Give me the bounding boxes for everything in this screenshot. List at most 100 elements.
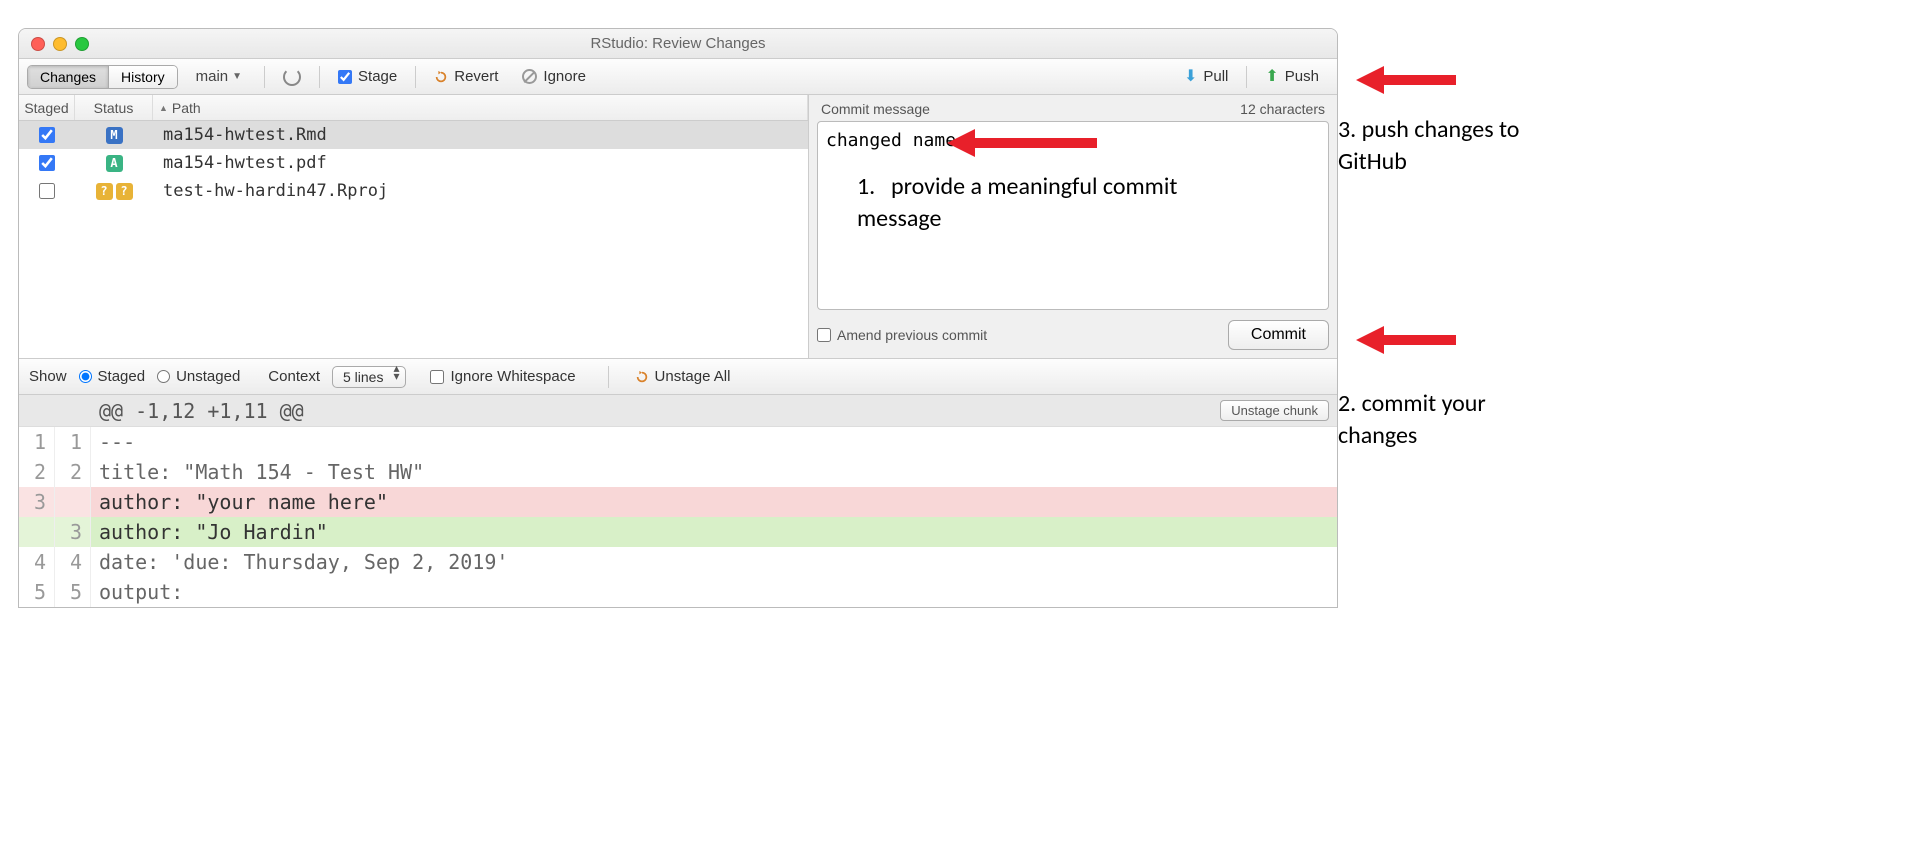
status-badge: ?: [116, 183, 133, 200]
unstage-all-button[interactable]: Unstage All: [625, 365, 741, 388]
new-line-number: 5: [55, 577, 91, 607]
push-button[interactable]: ⬆ Push: [1255, 65, 1329, 88]
unstage-all-icon: [635, 370, 649, 384]
file-path: ma154-hwtest.Rmd: [153, 125, 808, 145]
context-lines-select[interactable]: 5 lines: [332, 366, 406, 388]
diff-line-text: author: "Jo Hardin": [91, 517, 1337, 547]
unstage-chunk-button[interactable]: Unstage chunk: [1220, 400, 1329, 421]
col-header-path-label: Path: [172, 100, 201, 116]
diff-toolbar: Show Staged Unstaged Context 5 lines Ign…: [19, 359, 1337, 395]
status-badge: M: [106, 127, 123, 144]
new-line-number: 1: [55, 427, 91, 457]
diff-line[interactable]: 22title: "Math 154 - Test HW": [19, 457, 1337, 487]
tutorial-annotations: 3. push changes to GitHub 2. commit your…: [1338, 0, 1918, 608]
window-title: RStudio: Review Changes: [19, 35, 1337, 52]
annotation-arrow-3: [1356, 62, 1456, 98]
file-panel: Staged Status ▲ Path Mma154-hwtest.RmdAm…: [19, 95, 809, 358]
staged-checkbox[interactable]: [39, 127, 55, 143]
ignore-whitespace-label: Ignore Whitespace: [450, 368, 575, 385]
top-split: Staged Status ▲ Path Mma154-hwtest.RmdAm…: [19, 95, 1337, 359]
divider: [319, 66, 320, 88]
status-badge: A: [106, 155, 123, 172]
diff-line[interactable]: 3author: "Jo Hardin": [19, 517, 1337, 547]
ignore-icon: [522, 69, 537, 84]
commit-char-count: 12 characters: [1240, 101, 1325, 117]
col-header-staged[interactable]: Staged: [19, 95, 75, 120]
annotation-text-2: 2. commit your changes: [1338, 388, 1538, 453]
review-changes-window: RStudio: Review Changes Changes History …: [18, 28, 1338, 608]
diff-view: @@ -1,12 +1,11 @@ Unstage chunk 11---22t…: [19, 395, 1337, 607]
tab-changes[interactable]: Changes: [28, 66, 108, 88]
unstage-all-label: Unstage All: [655, 368, 731, 385]
revert-button[interactable]: Revert: [424, 65, 508, 88]
ignore-whitespace-checkbox[interactable]: [430, 370, 444, 384]
divider: [415, 66, 416, 88]
old-line-number: [19, 517, 55, 547]
refresh-button[interactable]: [273, 65, 311, 89]
pull-button[interactable]: ⬇ Pull: [1174, 65, 1238, 88]
divider: [264, 66, 265, 88]
diff-line-text: date: 'due: Thursday, Sep 2, 2019': [91, 547, 1337, 577]
radio-staged-input[interactable]: [79, 370, 92, 383]
diff-hunk-header: @@ -1,12 +1,11 @@ Unstage chunk: [19, 395, 1337, 427]
new-line-number: 4: [55, 547, 91, 577]
pull-label: Pull: [1203, 68, 1228, 85]
diff-line-text: title: "Math 154 - Test HW": [91, 457, 1337, 487]
ignore-button[interactable]: Ignore: [512, 65, 596, 88]
ignore-label: Ignore: [543, 68, 586, 85]
old-line-number: 2: [19, 457, 55, 487]
annotation-text-1: 1.provide a meaningful commit message: [857, 171, 1217, 236]
radio-unstaged-input[interactable]: [157, 370, 170, 383]
commit-panel: Commit message 12 characters 1.provide a…: [809, 95, 1337, 358]
file-row[interactable]: ?? test-hw-hardin47.Rproj: [19, 177, 808, 205]
col-header-status[interactable]: Status: [75, 95, 153, 120]
tab-history[interactable]: History: [108, 66, 177, 88]
file-path: ma154-hwtest.pdf: [153, 153, 808, 173]
diff-line[interactable]: 44date: 'due: Thursday, Sep 2, 2019': [19, 547, 1337, 577]
new-line-number: 3: [55, 517, 91, 547]
pull-arrow-icon: ⬇: [1184, 69, 1197, 85]
new-line-number: 2: [55, 457, 91, 487]
divider: [608, 366, 609, 388]
amend-checkbox-label[interactable]: Amend previous commit: [817, 327, 987, 343]
file-path: test-hw-hardin47.Rproj: [153, 181, 808, 201]
diff-line[interactable]: 55output:: [19, 577, 1337, 607]
refresh-icon: [283, 68, 301, 86]
commit-button[interactable]: Commit: [1228, 320, 1329, 350]
diff-line[interactable]: 11---: [19, 427, 1337, 457]
radio-staged-label: Staged: [98, 368, 146, 385]
stage-button[interactable]: Stage: [328, 65, 407, 88]
old-line-number: 5: [19, 577, 55, 607]
ignore-whitespace[interactable]: Ignore Whitespace: [430, 368, 575, 385]
col-header-path[interactable]: ▲ Path: [153, 95, 808, 120]
diff-line-text: output:: [91, 577, 1337, 607]
show-label: Show: [29, 368, 67, 385]
file-row[interactable]: Ama154-hwtest.pdf: [19, 149, 808, 177]
amend-checkbox[interactable]: [817, 328, 831, 342]
old-line-number: 3: [19, 487, 55, 517]
radio-unstaged[interactable]: Unstaged: [157, 368, 240, 385]
commit-message-label: Commit message: [821, 101, 930, 117]
revert-label: Revert: [454, 68, 498, 85]
file-row[interactable]: Mma154-hwtest.Rmd: [19, 121, 808, 149]
branch-selector[interactable]: main ▼: [188, 66, 250, 87]
staged-checkbox[interactable]: [39, 155, 55, 171]
revert-icon: [434, 70, 448, 84]
old-line-number: 4: [19, 547, 55, 577]
push-label: Push: [1285, 68, 1319, 85]
stage-checkbox-icon: [338, 70, 352, 84]
view-toggle: Changes History: [27, 65, 178, 89]
radio-staged[interactable]: Staged: [79, 368, 146, 385]
diff-hunk-text: @@ -1,12 +1,11 @@: [91, 396, 1220, 426]
status-badge: ?: [96, 183, 113, 200]
push-arrow-icon: ⬆: [1265, 69, 1278, 85]
annotation-text-3: 3. push changes to GitHub: [1338, 114, 1538, 179]
new-line-number: [55, 487, 91, 517]
file-list: Mma154-hwtest.RmdAma154-hwtest.pdf??test…: [19, 121, 808, 358]
stage-label: Stage: [358, 68, 397, 85]
staged-checkbox[interactable]: [39, 183, 55, 199]
diff-line[interactable]: 3author: "your name here": [19, 487, 1337, 517]
chevron-down-icon: ▼: [232, 71, 242, 82]
annotation-arrow-1: [947, 125, 1097, 161]
radio-unstaged-label: Unstaged: [176, 368, 240, 385]
